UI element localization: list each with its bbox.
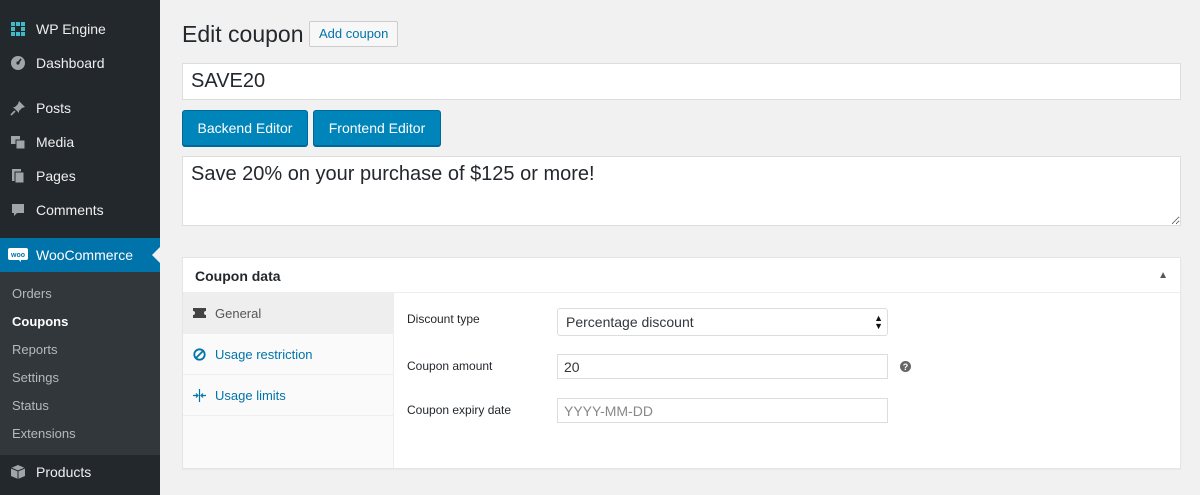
- sidebar-item-label: Products: [36, 464, 92, 480]
- sidebar-item-label: Posts: [36, 100, 72, 116]
- submenu-item-settings[interactable]: Settings: [12, 370, 59, 385]
- discount-type-value: Percentage discount: [566, 314, 694, 330]
- sidebar-item-label: WP Engine: [36, 21, 106, 37]
- comments-icon: [0, 202, 36, 218]
- coupon-amount-label: Coupon amount: [407, 359, 493, 373]
- sidebar-item-products[interactable]: Products: [0, 455, 160, 489]
- discount-type-select[interactable]: Percentage discount ▲ ▼: [557, 308, 888, 336]
- collapse-arrow-icon[interactable]: ▲: [1158, 270, 1168, 281]
- submenu-item-coupons[interactable]: Coupons: [12, 314, 68, 329]
- block-icon: [183, 347, 215, 361]
- sidebar-item-woocommerce[interactable]: woo WooCommerce: [0, 238, 160, 272]
- sidebar-item-label: Dashboard: [36, 55, 105, 71]
- products-icon: [0, 464, 36, 480]
- tab-general[interactable]: General: [183, 293, 393, 334]
- backend-editor-button[interactable]: Backend Editor: [182, 110, 308, 146]
- coupon-expiry-input[interactable]: [557, 398, 888, 423]
- tab-usage-restriction[interactable]: Usage restriction: [183, 334, 393, 375]
- woocommerce-icon: woo: [0, 248, 36, 262]
- wpengine-icon: [0, 21, 36, 37]
- sidebar-item-posts[interactable]: Posts: [0, 91, 160, 125]
- coupon-data-title: Coupon data: [195, 268, 281, 284]
- tab-label: Usage limits: [215, 387, 286, 403]
- svg-text:woo: woo: [10, 252, 25, 259]
- submenu-item-reports[interactable]: Reports: [12, 342, 58, 357]
- coupon-description-textarea[interactable]: Save 20% on your purchase of $125 or mor…: [182, 156, 1181, 226]
- sidebar-item-media[interactable]: Media: [0, 125, 160, 159]
- tab-usage-limits[interactable]: Usage limits: [183, 375, 393, 416]
- page-title: Edit coupon: [182, 21, 304, 47]
- media-icon: [0, 134, 36, 150]
- sidebar-item-label: WooCommerce: [36, 247, 133, 263]
- coupon-data-header[interactable]: Coupon data ▲: [183, 258, 1180, 293]
- submenu-item-status[interactable]: Status: [12, 398, 49, 413]
- submenu-item-orders[interactable]: Orders: [12, 286, 52, 301]
- submenu-item-extensions[interactable]: Extensions: [12, 426, 76, 441]
- add-coupon-button[interactable]: Add coupon: [309, 21, 399, 47]
- tab-label: General: [215, 305, 262, 321]
- pages-icon: [0, 168, 36, 184]
- help-icon[interactable]: ?: [900, 361, 911, 372]
- coupon-code-input[interactable]: [182, 63, 1181, 100]
- tab-label: Usage restriction: [215, 346, 313, 362]
- sidebar-item-label: Comments: [36, 202, 104, 218]
- admin-sidebar: WP Engine Dashboard Posts Media Pages Co…: [0, 0, 160, 495]
- limits-icon: [183, 388, 215, 402]
- select-arrows-icon: ▲ ▼: [874, 313, 883, 331]
- sidebar-item-pages[interactable]: Pages: [0, 159, 160, 193]
- sidebar-item-wp-engine[interactable]: WP Engine: [0, 12, 160, 46]
- dashboard-icon: [0, 55, 36, 71]
- coupon-data-panel: Coupon data ▲ General Usage restriction: [182, 257, 1181, 469]
- pin-icon: [0, 100, 36, 116]
- sidebar-item-comments[interactable]: Comments: [0, 193, 160, 227]
- ticket-icon: [183, 308, 215, 318]
- coupon-expiry-label: Coupon expiry date: [407, 403, 512, 417]
- coupon-amount-input[interactable]: [557, 354, 888, 379]
- sidebar-item-label: Pages: [36, 168, 76, 184]
- frontend-editor-button[interactable]: Frontend Editor: [313, 110, 441, 146]
- coupon-data-tabs: General Usage restriction Usage limits: [183, 293, 394, 468]
- woocommerce-submenu: Orders Coupons Reports Settings Status E…: [0, 272, 160, 455]
- sidebar-item-label: Media: [36, 134, 75, 150]
- discount-type-label: Discount type: [407, 312, 480, 326]
- sidebar-item-dashboard[interactable]: Dashboard: [0, 46, 160, 80]
